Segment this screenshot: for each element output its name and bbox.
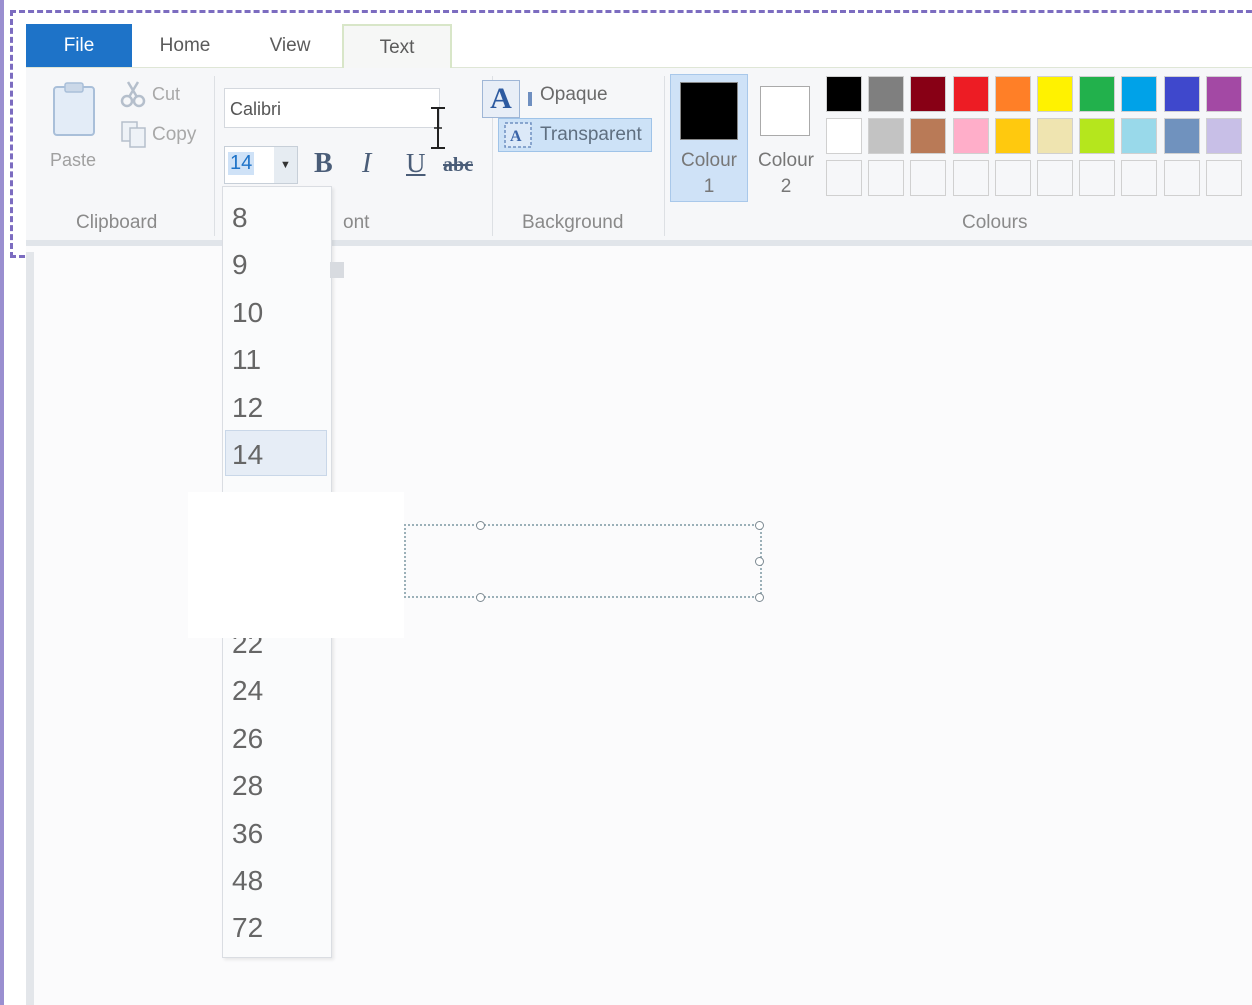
resize-handle[interactable] [476, 593, 485, 602]
highlight-frame [10, 10, 1252, 258]
text-input-box[interactable] [404, 521, 764, 602]
resize-handle[interactable] [755, 557, 764, 566]
font-size-option[interactable]: 11 [232, 344, 261, 376]
font-size-option[interactable]: 26 [232, 723, 263, 755]
resize-handle[interactable] [755, 521, 764, 530]
canvas-edge [26, 252, 34, 1005]
font-size-option[interactable]: 48 [232, 865, 263, 897]
resize-handle[interactable] [476, 521, 485, 530]
font-size-option[interactable]: 24 [232, 675, 263, 707]
font-size-option[interactable]: 9 [232, 249, 248, 281]
occluded-region [188, 492, 404, 638]
window-left-border [0, 0, 4, 1005]
font-size-option[interactable]: 12 [232, 392, 263, 424]
font-size-option[interactable]: 72 [232, 912, 263, 944]
resize-handle[interactable] [755, 593, 764, 602]
dropdown-scrollbar[interactable] [330, 262, 344, 278]
font-size-option[interactable]: 10 [232, 297, 263, 329]
font-size-option[interactable]: 28 [232, 770, 263, 802]
font-size-option[interactable]: 8 [232, 202, 248, 234]
font-size-option[interactable]: 36 [232, 818, 263, 850]
font-size-option[interactable]: 14 [232, 439, 263, 471]
